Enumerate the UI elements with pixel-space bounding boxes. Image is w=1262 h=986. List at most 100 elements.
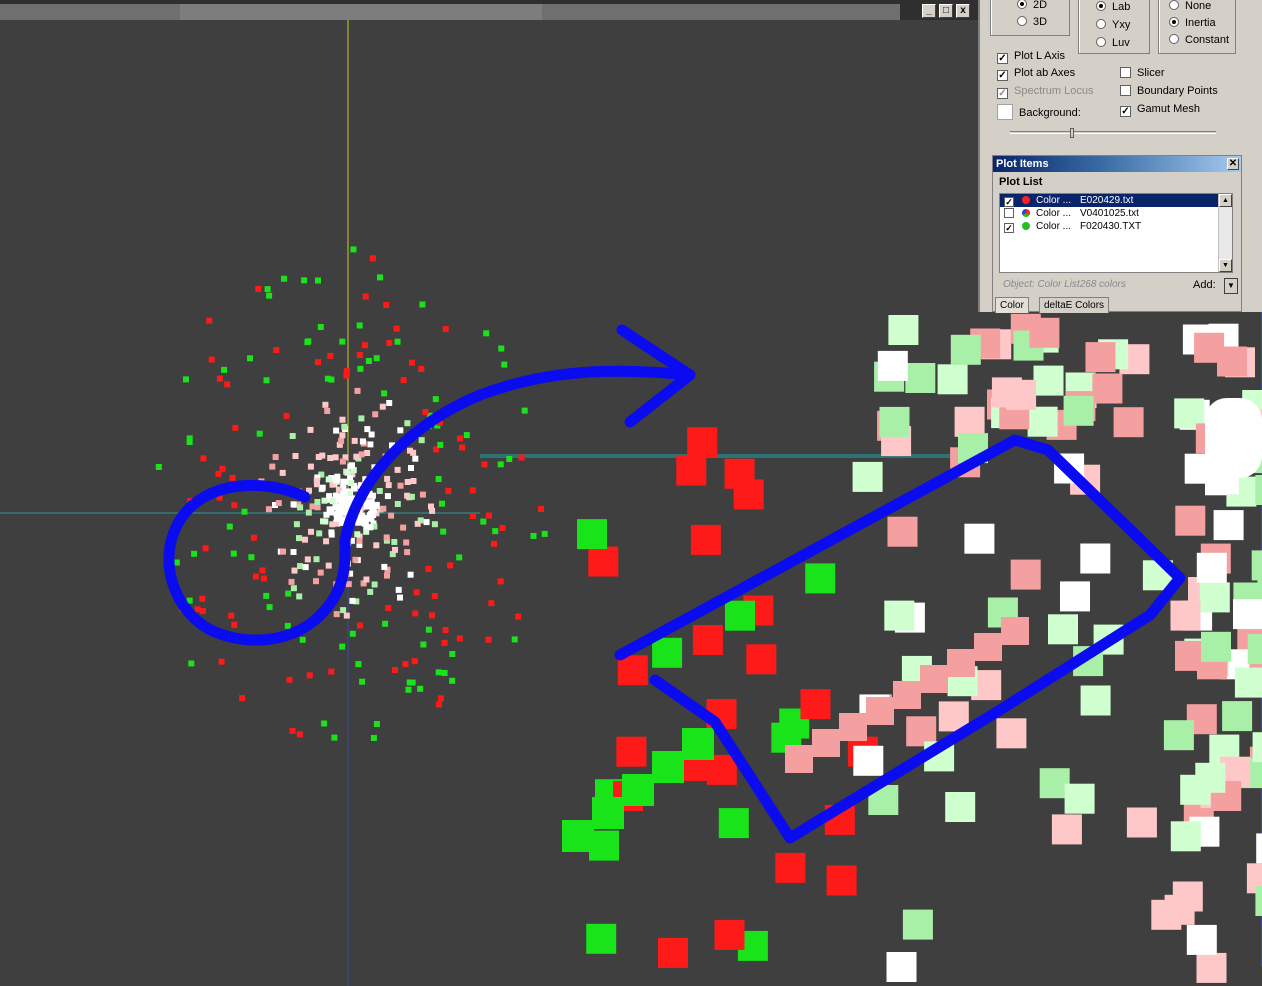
scatter-point: [1064, 783, 1095, 814]
gamut-mesh-checkbox[interactable]: ✓ Gamut Mesh: [1120, 103, 1200, 117]
scatter-point: [414, 520, 421, 527]
scatter-point: [316, 530, 323, 537]
scatter-point: [724, 458, 755, 489]
checkmark-icon: ✓: [1120, 106, 1131, 117]
background-swatch[interactable]: [997, 104, 1013, 120]
tab-color[interactable]: Color: [995, 297, 1029, 313]
scatter-point: [456, 554, 463, 561]
scatter-point: [293, 521, 300, 528]
scatter-point: [273, 347, 280, 354]
scatter-point: [328, 531, 335, 538]
scatter-point: [431, 593, 438, 599]
scatter-point: [252, 573, 259, 580]
scatter-point: [265, 506, 272, 513]
scatter-point: [194, 606, 201, 613]
radio-constant[interactable]: Constant: [1169, 34, 1229, 46]
plot-l-axis-checkbox[interactable]: ✓ Plot L Axis: [997, 50, 1065, 64]
background-color-picker[interactable]: Background:: [997, 104, 1081, 120]
scatter-point: [577, 519, 607, 550]
scroll-up-icon[interactable]: ▲: [1219, 194, 1232, 207]
scatter-point: [199, 595, 206, 602]
checkbox-empty-icon[interactable]: [1004, 208, 1014, 218]
scatter-point: [506, 456, 513, 462]
scroll-down-icon[interactable]: ▼: [1219, 259, 1232, 272]
radio-inertia[interactable]: Inertia: [1169, 17, 1216, 29]
scatter-point: [394, 338, 401, 345]
radio-yxy[interactable]: Yxy: [1096, 19, 1130, 31]
plot-list-scrollbar[interactable]: ▲ ▼: [1218, 194, 1232, 272]
radio-none[interactable]: None: [1169, 0, 1211, 12]
plot-list[interactable]: ✓ Color ... E020429.txt Color ... V0401025.…: [999, 193, 1233, 273]
boundary-points-checkbox[interactable]: Boundary Points: [1120, 85, 1218, 97]
scatter-point: [352, 556, 359, 563]
radio-luv[interactable]: Luv: [1096, 37, 1130, 49]
scatter-point: [385, 605, 392, 611]
scatter-point: [285, 590, 292, 597]
red-dot-icon: [1022, 196, 1030, 204]
scatter-point: [199, 608, 206, 615]
tab-deltae-colors[interactable]: deltaE Colors: [1039, 297, 1110, 313]
checkmark-icon[interactable]: ✓: [1004, 223, 1014, 233]
scatter-point: [263, 377, 270, 384]
scatter-point: [260, 575, 267, 582]
scatter-point: [905, 363, 936, 393]
plot-items-close-button[interactable]: ✕: [1227, 158, 1239, 170]
scatter-point: [382, 620, 389, 627]
scatter-point: [321, 720, 328, 727]
radio-lab[interactable]: Lab: [1096, 1, 1130, 13]
scatter-point: [1234, 667, 1262, 698]
white-blob: [1205, 398, 1262, 478]
scatter-point: [812, 729, 840, 757]
slicer-checkbox[interactable]: Slicer: [1120, 67, 1165, 79]
scatter-point: [333, 611, 340, 618]
scatter-point: [449, 677, 456, 684]
scatter-point: [429, 507, 436, 514]
plot-ab-axes-checkbox[interactable]: ✓ Plot ab Axes: [997, 67, 1075, 81]
plot-list-item[interactable]: ✓ Color ... F020430.TXT: [1000, 220, 1232, 233]
scatter-point: [1194, 332, 1225, 363]
maximize-button[interactable]: □: [939, 4, 953, 18]
scatter-point: [492, 528, 499, 535]
minimize-button[interactable]: _: [922, 4, 936, 18]
background-slider-track[interactable]: [1010, 131, 1216, 134]
scatter-point: [404, 420, 411, 427]
scatter-point: [395, 586, 402, 593]
scatter-point: [208, 356, 215, 363]
scatter-point: [432, 396, 439, 403]
radio-icon: [1096, 19, 1106, 29]
rotation-group: None Inertia Constant: [1158, 0, 1236, 54]
scatter-point: [652, 637, 683, 668]
scatter-point: [408, 493, 415, 500]
horizontal-scrollbar[interactable]: [0, 4, 900, 20]
scatter-point: [328, 668, 335, 675]
scatter-point: [332, 454, 339, 461]
scatter-point: [339, 643, 346, 650]
close-button[interactable]: x: [956, 4, 970, 18]
scrollbar-thumb[interactable]: [180, 4, 542, 20]
scatter-point: [314, 499, 321, 505]
scatter-point: [200, 455, 207, 462]
scatter-point: [409, 679, 416, 686]
scatter-point: [622, 774, 654, 806]
scatter-point: [826, 865, 857, 896]
scatter-point: [284, 622, 291, 629]
scatter-point: [488, 600, 495, 607]
scatter-point: [964, 523, 995, 554]
scatter-point: [920, 665, 948, 693]
radio-2d[interactable]: 2D: [1017, 0, 1047, 11]
scatter-point: [501, 361, 508, 368]
scatter-point: [367, 512, 374, 520]
checkmark-icon[interactable]: ✓: [1004, 197, 1014, 207]
add-dropdown[interactable]: ▼: [1224, 278, 1238, 294]
scatter-point: [877, 350, 908, 381]
plot-list-item[interactable]: Color ... V0401025.txt: [1000, 207, 1232, 220]
scatter-point: [247, 355, 253, 362]
scatter-point: [377, 274, 383, 281]
scatter-point: [351, 485, 358, 492]
plot-list-item[interactable]: ✓ Color ... E020429.txt: [1000, 194, 1232, 207]
scatter-point: [1001, 617, 1029, 645]
background-slider-thumb[interactable]: [1070, 128, 1074, 138]
scatter-point: [173, 559, 180, 566]
radio-3d[interactable]: 3D: [1017, 16, 1047, 28]
scatter-point: [272, 454, 279, 460]
